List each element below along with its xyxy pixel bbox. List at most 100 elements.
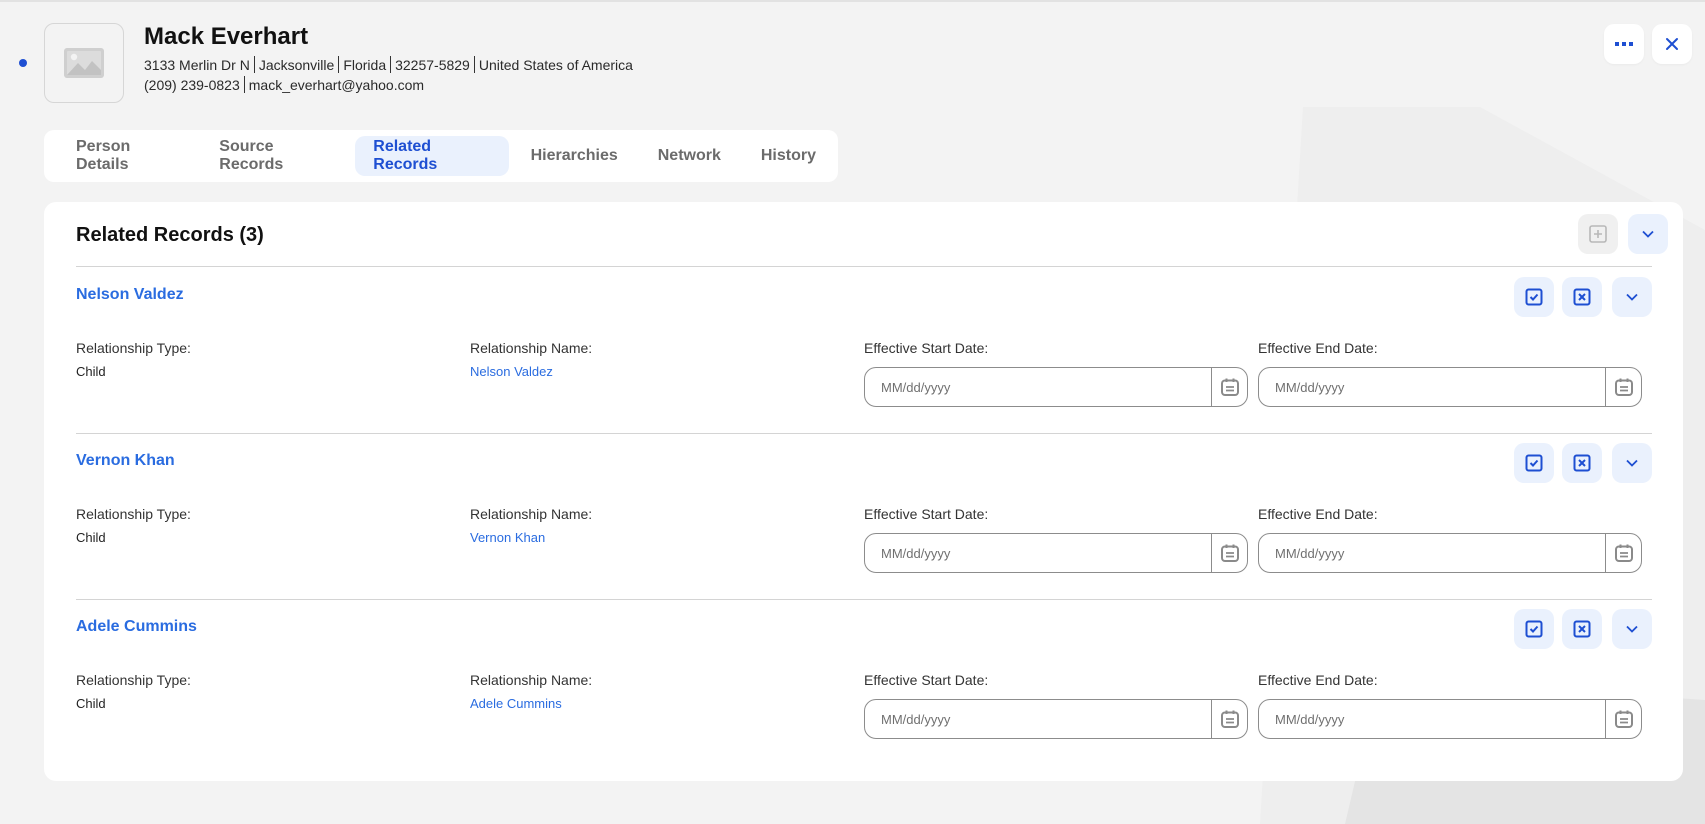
calendar-icon (1220, 544, 1239, 562)
relationship-type-label: Relationship Type: (76, 506, 191, 522)
end-date-label: Effective End Date: (1258, 672, 1378, 688)
more-options-button[interactable] (1604, 24, 1644, 64)
accept-button[interactable] (1514, 277, 1554, 317)
start-date-input[interactable] (865, 534, 1211, 572)
phone: (209) 239-0823 (144, 77, 240, 93)
end-date-field (1258, 367, 1642, 407)
relationship-name-label: Relationship Name: (470, 340, 593, 356)
relationship-name-link[interactable]: Nelson Valdez (470, 364, 553, 379)
calendar-icon (1614, 544, 1633, 562)
contact-line: (209) 239-0823 mack_everhart@yahoo.com (144, 76, 424, 93)
start-date-calendar-button[interactable] (1211, 368, 1247, 406)
record-title[interactable]: Vernon Khan (76, 452, 175, 470)
start-date-label: Effective Start Date: (864, 506, 989, 522)
more-horizontal-icon (1615, 42, 1633, 46)
expand-record-button[interactable] (1612, 443, 1652, 483)
separator (243, 76, 245, 93)
relationship-name-label: Relationship Name: (470, 506, 593, 522)
add-square-icon (1589, 225, 1607, 243)
tab-hierarchies[interactable]: Hierarchies (513, 136, 636, 176)
chevron-down-icon (1642, 230, 1654, 238)
end-date-calendar-button[interactable] (1605, 700, 1641, 738)
relationship-name-link[interactable]: Vernon Khan (470, 530, 545, 545)
related-records-panel: Related Records (3) Nelson Valdez Relati… (44, 202, 1683, 781)
end-date-label: Effective End Date: (1258, 340, 1378, 356)
chevron-down-icon (1626, 625, 1638, 633)
separator (473, 56, 475, 73)
start-date-label: Effective Start Date: (864, 340, 989, 356)
start-date-input[interactable] (865, 700, 1211, 738)
state: Florida (343, 57, 387, 73)
status-indicator (19, 59, 27, 67)
reject-button[interactable] (1562, 277, 1602, 317)
separator (338, 56, 340, 73)
reject-button[interactable] (1562, 609, 1602, 649)
relationship-type-value: Child (76, 696, 106, 711)
collapse-panel-button[interactable] (1628, 214, 1668, 254)
relationship-type-value: Child (76, 364, 106, 379)
related-record: Adele Cummins Relationship Type: Child R… (44, 599, 1683, 765)
separator (253, 56, 255, 73)
end-date-calendar-button[interactable] (1605, 368, 1641, 406)
checkbox-check-icon (1525, 620, 1543, 638)
end-date-calendar-button[interactable] (1605, 534, 1641, 572)
calendar-icon (1220, 378, 1239, 396)
accept-button[interactable] (1514, 443, 1554, 483)
start-date-field (864, 699, 1248, 739)
tab-source-records[interactable]: Source Records (201, 136, 351, 176)
country: United States of America (478, 57, 633, 73)
chevron-down-icon (1626, 459, 1638, 467)
end-date-field (1258, 699, 1642, 739)
accept-button[interactable] (1514, 609, 1554, 649)
end-date-input[interactable] (1259, 368, 1605, 406)
address-line: 3133 Merlin Dr N Jacksonville Florida 32257… (144, 56, 633, 73)
panel-title: Related Records (3) (76, 224, 264, 246)
close-icon (1666, 38, 1678, 50)
relationship-name-label: Relationship Name: (470, 672, 593, 688)
related-record: Nelson Valdez Relationship Type: Child R… (44, 267, 1683, 433)
record-title[interactable]: Adele Cummins (76, 618, 197, 636)
person-name: Mack Everhart (144, 23, 309, 50)
start-date-input[interactable] (865, 368, 1211, 406)
image-placeholder-icon (64, 48, 104, 78)
checkbox-x-icon (1573, 620, 1591, 638)
checkbox-x-icon (1573, 454, 1591, 472)
start-date-field (864, 533, 1248, 573)
tab-related-records[interactable]: Related Records (355, 136, 509, 176)
tab-person-details[interactable]: Person Details (58, 136, 197, 176)
related-record: Vernon Khan Relationship Type: Child Rel… (44, 433, 1683, 599)
expand-record-button[interactable] (1612, 277, 1652, 317)
checkbox-check-icon (1525, 288, 1543, 306)
add-record-button[interactable] (1578, 214, 1618, 254)
start-date-calendar-button[interactable] (1211, 700, 1247, 738)
chevron-down-icon (1626, 293, 1638, 301)
start-date-calendar-button[interactable] (1211, 534, 1247, 572)
calendar-icon (1220, 710, 1239, 728)
close-button[interactable] (1652, 24, 1692, 64)
tab-history[interactable]: History (743, 136, 834, 176)
checkbox-x-icon (1573, 288, 1591, 306)
reject-button[interactable] (1562, 443, 1602, 483)
relationship-type-label: Relationship Type: (76, 672, 191, 688)
tab-network[interactable]: Network (640, 136, 739, 176)
end-date-field (1258, 533, 1642, 573)
separator (390, 56, 392, 73)
expand-record-button[interactable] (1612, 609, 1652, 649)
end-date-input[interactable] (1259, 700, 1605, 738)
calendar-icon (1614, 378, 1633, 396)
end-date-label: Effective End Date: (1258, 506, 1378, 522)
street: 3133 Merlin Dr N (144, 57, 250, 73)
end-date-input[interactable] (1259, 534, 1605, 572)
checkbox-check-icon (1525, 454, 1543, 472)
top-border (0, 0, 1705, 2)
relationship-name-link[interactable]: Adele Cummins (470, 696, 562, 711)
start-date-label: Effective Start Date: (864, 672, 989, 688)
tab-bar: Person Details Source Records Related Re… (44, 130, 838, 182)
relationship-type-value: Child (76, 530, 106, 545)
city: Jacksonville (258, 57, 335, 73)
email: mack_everhart@yahoo.com (248, 77, 425, 93)
relationship-type-label: Relationship Type: (76, 340, 191, 356)
record-title[interactable]: Nelson Valdez (76, 286, 184, 304)
avatar (44, 23, 124, 103)
calendar-icon (1614, 710, 1633, 728)
